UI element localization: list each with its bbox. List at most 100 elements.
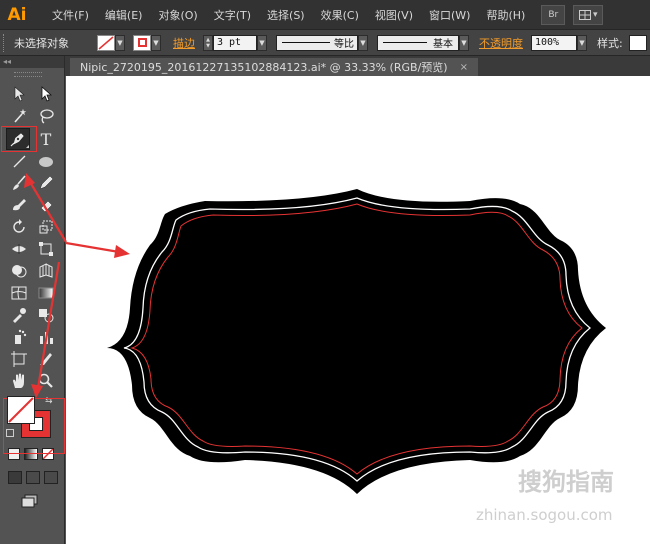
menu-help[interactable]: 帮助(H) — [478, 7, 533, 23]
blend-tool[interactable] — [35, 305, 57, 325]
opacity-input[interactable]: 100% — [531, 34, 577, 51]
slice-icon — [40, 353, 52, 365]
pencil-tool[interactable] — [35, 173, 57, 193]
menu-bar: Ai 文件(F) 编辑(E) 对象(O) 文字(T) 选择(S) 效果(C) 视… — [0, 0, 650, 29]
column-graph-tool[interactable] — [35, 327, 57, 347]
zoom-tool[interactable] — [35, 371, 57, 391]
magic-wand-tool[interactable] — [8, 106, 30, 126]
ellipse-icon — [39, 157, 53, 167]
menu-effect[interactable]: 效果(C) — [313, 7, 367, 23]
opacity-dropdown[interactable]: ▼ — [577, 34, 587, 51]
canvas[interactable]: 搜狗指南 zhinan.sogou.com — [66, 76, 650, 544]
menu-type[interactable]: 文字(T) — [206, 7, 259, 23]
arrange-documents-button[interactable]: ▾ — [573, 4, 604, 25]
menu-view[interactable]: 视图(V) — [367, 7, 421, 23]
document-tab-bar: Nipic_2720195_20161227135102884123.ai* @… — [65, 56, 650, 76]
rotate-tool[interactable] — [8, 217, 30, 237]
shape-builder-icon — [12, 265, 27, 278]
variable-width-profile[interactable]: 等比 — [276, 34, 358, 51]
pen-tool-highlight — [1, 126, 37, 152]
brush-dropdown[interactable]: ▼ — [459, 34, 469, 51]
direct-selection-arrow-icon — [41, 86, 53, 102]
blob-brush-icon — [13, 199, 26, 211]
tools-panel-grip[interactable] — [14, 72, 42, 77]
profile-line-icon — [282, 42, 330, 43]
shape-builder-tool[interactable] — [8, 261, 30, 281]
stroke-weight-input[interactable]: 3 pt — [213, 34, 257, 51]
draw-normal-button[interactable] — [8, 471, 22, 484]
eyedropper-tool[interactable] — [8, 305, 30, 325]
brush-line-icon — [383, 42, 427, 43]
paintbrush-tool[interactable] — [8, 173, 30, 193]
screen-mode-icon — [21, 494, 38, 508]
draw-inside-button[interactable] — [44, 471, 58, 484]
paintbrush-icon — [13, 175, 26, 190]
fill-swatch[interactable] — [97, 34, 115, 51]
change-screen-mode-button[interactable] — [21, 494, 39, 508]
symbol-sprayer-icon — [15, 329, 27, 344]
free-transform-tool[interactable] — [35, 239, 57, 259]
scale-icon — [39, 220, 53, 234]
brush-definition[interactable]: 基本 — [377, 34, 459, 51]
arrange-dropdown-arrow: ▾ — [593, 9, 598, 20]
profile-label: 等比 — [334, 39, 354, 50]
document-tab-title: Nipic_2720195_20161227135102884123.ai* @… — [80, 61, 448, 74]
magic-wand-icon — [14, 108, 27, 123]
perspective-grid-tool[interactable] — [35, 261, 57, 281]
stroke-dropdown[interactable]: ▼ — [151, 34, 161, 51]
selection-tool[interactable] — [8, 84, 30, 104]
menu-window[interactable]: 窗口(W) — [421, 7, 478, 23]
draw-behind-button[interactable] — [26, 471, 40, 484]
close-tab-icon[interactable]: × — [460, 62, 468, 73]
slice-tool[interactable] — [35, 349, 57, 369]
lasso-tool[interactable] — [35, 106, 57, 126]
artboard-tool[interactable] — [8, 349, 30, 369]
collapse-panel-icon[interactable]: ◂◂ — [3, 57, 11, 66]
graphic-style-swatch[interactable] — [628, 34, 647, 51]
document-tab[interactable]: Nipic_2720195_20161227135102884123.ai* @… — [70, 58, 478, 76]
tools-panel-header[interactable]: ◂◂ — [0, 56, 64, 68]
watermark-url: zhinan.sogou.com — [476, 506, 613, 524]
ellipse-tool[interactable] — [35, 151, 57, 171]
stroke-panel-link[interactable]: 描边 — [173, 35, 195, 51]
stroke-weight-dropdown[interactable]: ▼ — [257, 34, 267, 51]
zoom-icon — [38, 373, 53, 388]
stroke-swatch[interactable] — [133, 34, 151, 51]
eyedropper-icon — [13, 308, 26, 323]
width-tool[interactable] — [8, 239, 30, 259]
type-icon: T — [40, 129, 52, 149]
gradient-tool[interactable] — [35, 283, 57, 303]
menu-select[interactable]: 选择(S) — [259, 7, 313, 23]
blend-icon — [39, 309, 54, 323]
stroke-swatch-icon — [137, 38, 147, 47]
width-icon — [12, 244, 26, 254]
menu-file[interactable]: 文件(F) — [44, 7, 97, 23]
profile-dropdown[interactable]: ▼ — [358, 34, 368, 51]
menu-object[interactable]: 对象(O) — [150, 7, 205, 23]
menu-edit[interactable]: 编辑(E) — [97, 7, 151, 23]
stroke-weight-stepper[interactable]: ▲ ▼ — [203, 34, 213, 51]
lasso-icon — [40, 109, 54, 124]
brush-label: 基本 — [433, 39, 453, 50]
none-fill-slash-icon — [8, 397, 34, 423]
control-bar-grip[interactable] — [3, 33, 8, 52]
column-graph-icon — [40, 332, 53, 344]
annotation-arrow-to-canvas — [66, 241, 130, 258]
scale-tool[interactable] — [35, 217, 57, 237]
rotate-icon — [13, 219, 25, 233]
symbol-sprayer-tool[interactable] — [8, 327, 30, 347]
type-tool[interactable]: T — [35, 129, 57, 149]
bridge-button[interactable]: Br — [541, 4, 566, 25]
app-logo: Ai — [7, 4, 27, 25]
direct-selection-tool[interactable] — [35, 84, 57, 104]
line-tool[interactable] — [8, 151, 30, 171]
blob-brush-tool[interactable] — [8, 195, 30, 215]
gradient-icon — [38, 287, 54, 299]
mesh-tool[interactable] — [8, 283, 30, 303]
fill-dropdown[interactable]: ▼ — [115, 34, 125, 51]
opacity-panel-link[interactable]: 不透明度 — [479, 35, 523, 51]
fill-color-box[interactable] — [7, 396, 35, 424]
eraser-tool[interactable] — [35, 195, 57, 215]
hand-tool[interactable] — [8, 371, 30, 391]
label-frame-shape[interactable] — [107, 189, 606, 494]
